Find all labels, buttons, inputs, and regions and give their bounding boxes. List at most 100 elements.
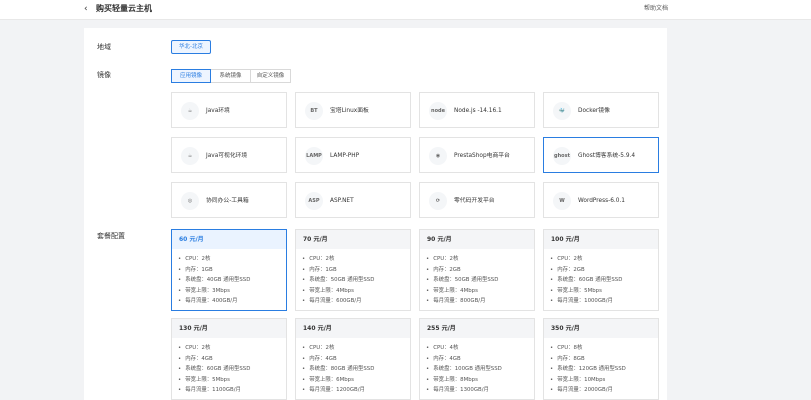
plan-spec-item: 内存：4GB [178, 354, 286, 365]
office-tools-icon: ◎ [181, 192, 199, 210]
bt-panel-icon: BT [305, 102, 323, 120]
plan-price: 140 元/月 [296, 319, 410, 338]
plan-label: 套餐配置 [97, 232, 125, 240]
image-card[interactable]: LAMP LAMP-PHP [295, 137, 411, 173]
plan-spec-item: 每月流量：1000GB/月 [550, 296, 658, 307]
plan-spec-item: 内存：8GB [550, 354, 658, 365]
back-arrow-icon[interactable]: ‹ [84, 4, 88, 14]
page-title: 购买轻量云主机 [96, 4, 152, 13]
plan-spec-item: CPU：2核 [302, 343, 410, 354]
plan-spec-item: 内存：4GB [302, 354, 410, 365]
plan-spec-list: CPU：2核内存：1GB系统盘：50GB 通用型SSD带宽上限：4Mbps每月流… [296, 249, 410, 307]
plan-spec-item: 内存：4GB [426, 354, 534, 365]
plan-spec-item: 带宽上限：5Mbps [550, 286, 658, 297]
image-name: 零代码开发平台 [454, 198, 495, 204]
plan-spec-item: 每月流量：800GB/月 [426, 296, 534, 307]
plan-spec-item: 每月流量：1100GB/月 [178, 385, 286, 396]
image-card[interactable]: node Node.js -14.16.1 [419, 92, 535, 128]
prestashop-icon: ◉ [429, 147, 447, 165]
plan-card[interactable]: 140 元/月CPU：2核内存：4GB系统盘：80GB 通用型SSD带宽上限：6… [295, 318, 411, 400]
plan-spec-item: 系统盘：60GB 通用型SSD [550, 275, 658, 286]
plan-spec-item: 带宽上限：5Mbps [178, 375, 286, 386]
plan-card[interactable]: 130 元/月CPU：2核内存：4GB系统盘：60GB 通用型SSD带宽上限：5… [171, 318, 287, 400]
image-card[interactable]: ☕ Java环境 [171, 92, 287, 128]
plan-spec-item: 内存：2GB [550, 265, 658, 276]
plan-spec-item: 每月流量：1200GB/月 [302, 385, 410, 396]
plan-price: 60 元/月 [172, 230, 286, 249]
plan-spec-item: 带宽上限：4Mbps [302, 286, 410, 297]
nodejs-icon: node [429, 102, 447, 120]
plan-card[interactable]: 60 元/月CPU：2核内存：1GB系统盘：40GB 通用型SSD带宽上限：3M… [171, 229, 287, 311]
region-label: 地域 [97, 43, 111, 51]
image-card[interactable]: ☕ Java可视化环境 [171, 137, 287, 173]
image-type-tabs: 应用镜像 系统镜像 自定义镜像 [171, 69, 291, 83]
plan-spec-item: 每月流量：1300GB/月 [426, 385, 534, 396]
plan-spec-list: CPU：2核内存：2GB系统盘：50GB 通用型SSD带宽上限：4Mbps每月流… [420, 249, 534, 307]
plan-spec-item: CPU：2核 [178, 254, 286, 265]
plan-spec-list: CPU：2核内存：1GB系统盘：40GB 通用型SSD带宽上限：3Mbps每月流… [172, 249, 286, 307]
plan-card[interactable]: 100 元/月CPU：2核内存：2GB系统盘：60GB 通用型SSD带宽上限：5… [543, 229, 659, 311]
plan-spec-item: 带宽上限：10Mbps [550, 375, 658, 386]
image-name: Java可视化环境 [206, 153, 248, 159]
image-name: Java环境 [206, 108, 230, 114]
image-card[interactable]: ◉ PrestaShop电商平台 [419, 137, 535, 173]
plan-spec-list: CPU：4核内存：4GB系统盘：100GB 通用型SSD带宽上限：8Mbps每月… [420, 338, 534, 396]
image-card[interactable]: ⟳ 零代码开发平台 [419, 182, 535, 218]
plan-spec-item: CPU：2核 [550, 254, 658, 265]
image-name: Node.js -14.16.1 [454, 108, 502, 114]
plan-card[interactable]: 70 元/月CPU：2核内存：1GB系统盘：50GB 通用型SSD带宽上限：4M… [295, 229, 411, 311]
plan-spec-item: 带宽上限：4Mbps [426, 286, 534, 297]
tab-custom-images[interactable]: 自定义镜像 [251, 69, 291, 83]
plan-price: 90 元/月 [420, 230, 534, 249]
plan-spec-item: 内存：1GB [302, 265, 410, 276]
plan-spec-item: 每月流量：600GB/月 [302, 296, 410, 307]
image-card[interactable]: ◎ 协同办公-工具箱 [171, 182, 287, 218]
help-docs-link[interactable]: 帮助文档 [644, 5, 668, 13]
plan-grid: 60 元/月CPU：2核内存：1GB系统盘：40GB 通用型SSD带宽上限：3M… [171, 229, 659, 400]
image-name: 宝塔Linux面板 [330, 108, 369, 114]
plan-spec-item: 每月流量：2000GB/月 [550, 385, 658, 396]
plan-spec-item: CPU：4核 [426, 343, 534, 354]
tab-system-images[interactable]: 系统镜像 [211, 69, 251, 83]
plan-price: 255 元/月 [420, 319, 534, 338]
image-card[interactable]: ASP ASP.NET [295, 182, 411, 218]
region-option-selected[interactable]: 华北-北京 [171, 40, 211, 54]
plan-card[interactable]: 255 元/月CPU：4核内存：4GB系统盘：100GB 通用型SSD带宽上限：… [419, 318, 535, 400]
image-name: WordPress-6.0.1 [578, 198, 625, 204]
image-name: PrestaShop电商平台 [454, 153, 510, 159]
lowcode-icon: ⟳ [429, 192, 447, 210]
plan-spec-item: 系统盘：120GB 通用型SSD [550, 364, 658, 375]
image-name: 协同办公-工具箱 [206, 198, 249, 204]
plan-spec-item: 系统盘：50GB 通用型SSD [426, 275, 534, 286]
tab-app-images[interactable]: 应用镜像 [171, 69, 211, 83]
image-card[interactable]: 🐳 Docker镜像 [543, 92, 659, 128]
image-card[interactable]: BT 宝塔Linux面板 [295, 92, 411, 128]
plan-price: 100 元/月 [544, 230, 658, 249]
plan-spec-item: 系统盘：80GB 通用型SSD [302, 364, 410, 375]
plan-spec-list: CPU：8核内存：8GB系统盘：120GB 通用型SSD带宽上限：10Mbps每… [544, 338, 658, 396]
plan-spec-item: 系统盘：100GB 通用型SSD [426, 364, 534, 375]
plan-spec-item: 内存：2GB [426, 265, 534, 276]
image-card[interactable]: ghost Ghost博客系统-5.9.4 [543, 137, 659, 173]
image-name: ASP.NET [330, 198, 354, 204]
plan-price: 350 元/月 [544, 319, 658, 338]
wordpress-icon: W [553, 192, 571, 210]
plan-spec-item: CPU：8核 [550, 343, 658, 354]
image-name: Docker镜像 [578, 108, 610, 114]
java-icon: ☕ [181, 147, 199, 165]
image-name: Ghost博客系统-5.9.4 [578, 153, 636, 159]
ghost-icon: ghost [553, 147, 571, 165]
lamp-icon: LAMP [305, 147, 323, 165]
plan-spec-item: CPU：2核 [302, 254, 410, 265]
plan-spec-list: CPU：2核内存：2GB系统盘：60GB 通用型SSD带宽上限：5Mbps每月流… [544, 249, 658, 307]
purchase-panel: 地域 华北-北京 镜像 应用镜像 系统镜像 自定义镜像 ☕ Java环境 BT 宝塔L… [84, 28, 667, 400]
image-card[interactable]: W WordPress-6.0.1 [543, 182, 659, 218]
plan-card[interactable]: 90 元/月CPU：2核内存：2GB系统盘：50GB 通用型SSD带宽上限：4M… [419, 229, 535, 311]
docker-icon: 🐳 [553, 102, 571, 120]
plan-spec-item: 带宽上限：3Mbps [178, 286, 286, 297]
java-icon: ☕ [181, 102, 199, 120]
plan-card[interactable]: 350 元/月CPU：8核内存：8GB系统盘：120GB 通用型SSD带宽上限：… [543, 318, 659, 400]
plan-spec-item: 内存：1GB [178, 265, 286, 276]
plan-spec-item: CPU：2核 [426, 254, 534, 265]
plan-spec-item: 系统盘：40GB 通用型SSD [178, 275, 286, 286]
